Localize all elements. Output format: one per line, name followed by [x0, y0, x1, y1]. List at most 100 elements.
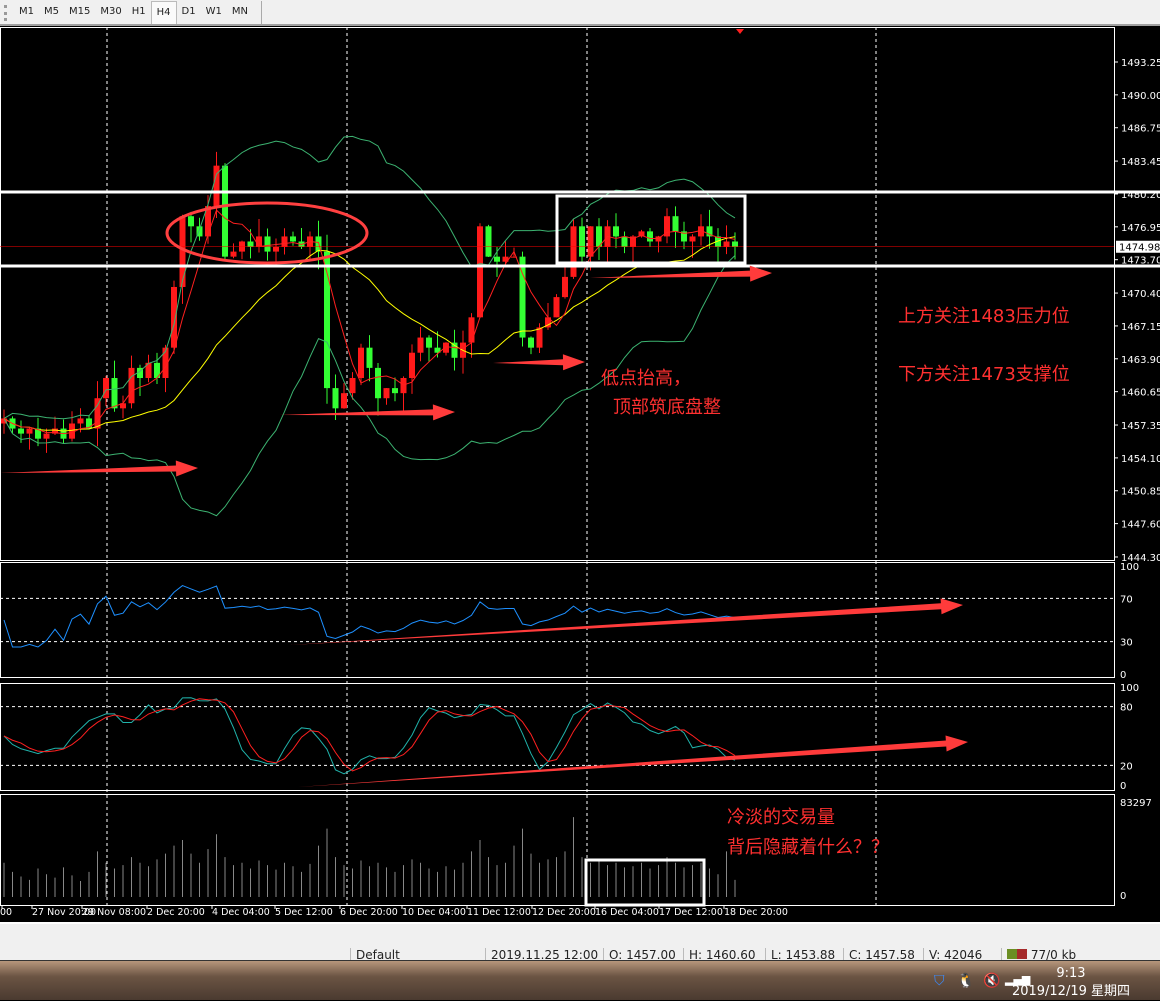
candle-body [570, 226, 577, 277]
price-label: 1454.10 [1121, 454, 1160, 465]
candle-body [672, 216, 679, 232]
time-label: 6 Dec 20:00 [340, 907, 398, 918]
volume-note-2: 背后隐藏着什么？？ [727, 837, 889, 858]
price-label: 1486.75 [1121, 124, 1160, 135]
chart-background [0, 27, 1160, 922]
candle-body [613, 226, 619, 237]
toolbar-grip[interactable] [4, 5, 10, 21]
timeframe-h1[interactable]: H1 [127, 1, 151, 24]
time-label: 00 [0, 907, 12, 918]
candle-body [171, 286, 177, 348]
qq-penguin-icon[interactable]: 🐧 [957, 973, 974, 989]
timeframe-h4[interactable]: H4 [150, 1, 177, 24]
candle-body [43, 433, 50, 439]
candle-body [222, 165, 228, 257]
support-note: 下方关注1473支撑位 [898, 364, 1070, 385]
candle-body [94, 398, 101, 429]
volume-note-1: 冷淡的交易量 [727, 807, 835, 828]
candle-body [290, 236, 296, 242]
candle-body [409, 352, 415, 378]
candle-body [111, 378, 118, 409]
candle-body [468, 317, 475, 343]
timeframe-m5[interactable]: M5 [39, 1, 64, 24]
timeframe-buttons: M1 M5 M15 M30 H1 H4 D1 W1 MN [4, 1, 262, 24]
timeframe-d1[interactable]: D1 [177, 1, 201, 24]
resistance-note: 上方关注1483压力位 [898, 306, 1070, 327]
candle-body [103, 378, 109, 399]
candle-body [77, 418, 84, 424]
time-label: 10 Dec 04:00 [402, 907, 466, 918]
rsi-axis-label: 70 [1120, 594, 1133, 605]
higher-lows-note: 低点抬高， [601, 368, 691, 389]
candle-body [366, 347, 373, 368]
price-label: 1493.25 [1121, 58, 1160, 69]
candle-body [647, 231, 653, 242]
timeframe-toolbar: M1 M5 M15 M30 H1 H4 D1 W1 MN [0, 0, 1160, 26]
candle-body [341, 393, 347, 409]
rsi-axis-label: 30 [1120, 638, 1133, 649]
candle-body [732, 241, 738, 247]
candle-body [375, 367, 381, 399]
price-label: 1470.40 [1121, 289, 1160, 300]
candle-body [562, 276, 568, 298]
time-label: 16 Dec 04:00 [595, 907, 659, 918]
candle-body [723, 241, 730, 247]
timeframe-w1[interactable]: W1 [201, 1, 227, 24]
rsi-axis-label: 100 [1120, 562, 1139, 573]
signal-bars-icon [1007, 949, 1027, 959]
price-label: 1450.85 [1121, 487, 1160, 498]
clock-date: 2019/12/19 星期四 [1011, 984, 1130, 999]
candle-body [477, 226, 483, 318]
time-label: 4 Dec 04:00 [212, 907, 270, 918]
candle-body [256, 236, 262, 247]
timeframe-m30[interactable]: M30 [95, 1, 126, 24]
candle-body [417, 337, 424, 353]
current-price-label: 1474.98 [1119, 243, 1160, 254]
time-label: 18 Dec 20:00 [724, 907, 788, 918]
taskbar: ⛉ 🐧 🔇 ▂▄▆ 9:13 2019/12/19 星期四 [0, 960, 1160, 1000]
timeframe-m15[interactable]: M15 [64, 1, 95, 24]
clock-time: 9:13 [1056, 966, 1086, 981]
candle-body [247, 241, 254, 247]
stoch-axis-label: 100 [1120, 683, 1139, 694]
candle-body [443, 342, 449, 353]
price-chart[interactable]: 1493.251490.001486.751483.451480.201476.… [0, 27, 1160, 922]
candle-body [26, 428, 33, 434]
candle-body [579, 226, 585, 257]
candle-body [188, 216, 194, 227]
candle-body [587, 226, 594, 257]
chart-tabs-area [0, 922, 1160, 947]
stoch-axis-label: 20 [1120, 761, 1133, 772]
time-label: 2 Dec 20:00 [147, 907, 205, 918]
system-clock[interactable]: 9:13 2019/12/19 星期四 [1012, 965, 1130, 1001]
candle-body [18, 428, 24, 434]
timeframe-mn[interactable]: MN [227, 1, 253, 24]
price-label: 1476.95 [1121, 223, 1160, 234]
candle-body [689, 236, 696, 242]
candle-body [230, 251, 237, 257]
volume-axis-label: 83297 [1120, 798, 1152, 809]
candle-body [128, 367, 135, 404]
candle-body [528, 337, 534, 348]
price-label: 1457.35 [1121, 421, 1160, 432]
volume-muted-icon[interactable]: 🔇 [983, 973, 1000, 989]
candle-body [383, 388, 390, 399]
candle-body [264, 236, 271, 252]
candle-body [494, 256, 500, 262]
price-label: 1447.60 [1121, 520, 1160, 531]
time-label: 5 Dec 12:00 [275, 907, 333, 918]
stoch-axis-label: 0 [1120, 781, 1126, 792]
timeframe-m1[interactable]: M1 [14, 1, 39, 24]
candle-body [426, 337, 432, 348]
candle-body [358, 347, 364, 378]
candle-body [273, 246, 279, 252]
time-label: 11 Dec 12:00 [467, 907, 531, 918]
candle-body [349, 378, 356, 394]
price-label: 1490.00 [1121, 91, 1160, 102]
candle-body [281, 236, 288, 247]
time-label: 29 Nov 08:00 [82, 907, 146, 918]
candle-body [536, 327, 543, 348]
time-label: 17 Dec 12:00 [659, 907, 723, 918]
candle-body [392, 388, 398, 394]
security-shield-icon[interactable]: ⛉ [934, 973, 945, 989]
